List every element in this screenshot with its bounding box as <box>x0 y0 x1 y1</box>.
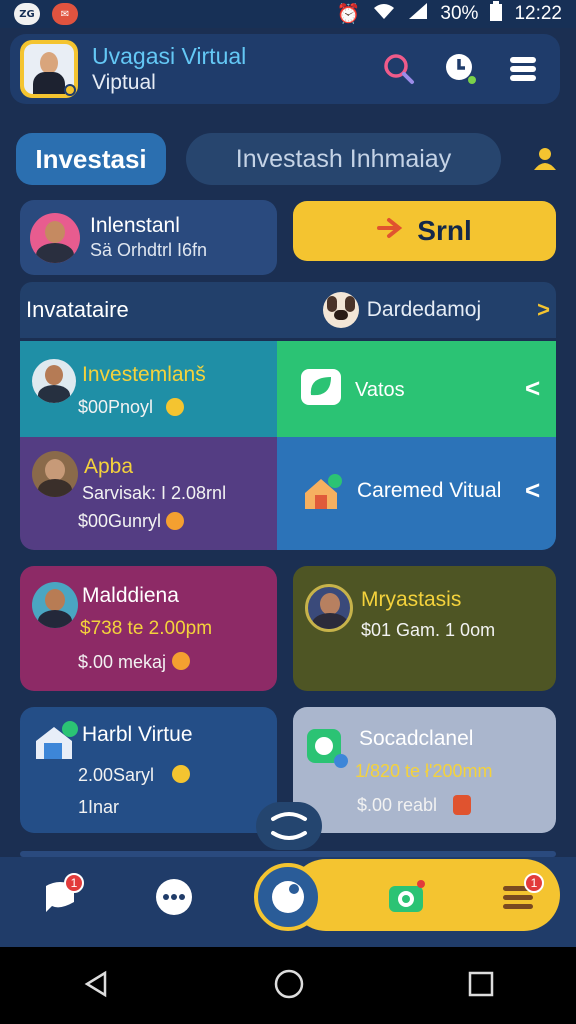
section-title: Invatataire <box>26 297 129 322</box>
primary-action-button[interactable]: Srnl <box>293 201 556 261</box>
profile-card[interactable]: Inlenstanl Sä Orhdtrl I6fn <box>20 200 277 275</box>
card-detail: 2.00Saryl <box>78 765 155 785</box>
card-title: Socadclanel <box>359 727 474 750</box>
grid-item[interactable]: Caremed Vitual < <box>277 437 556 550</box>
avatar <box>30 212 80 263</box>
card-title: Harbl Virtue <box>82 723 193 746</box>
coin-icon <box>172 652 190 670</box>
signal-icon <box>408 2 428 26</box>
primary-action-label: Srnl <box>417 215 472 246</box>
bag-icon <box>453 795 471 815</box>
grid-item-title: Caremed Vitual <box>357 479 502 502</box>
investment-card[interactable]: Mryastasis $01 Gam. 1 0om <box>293 566 556 691</box>
tab-investasi[interactable]: Investasi <box>16 133 166 185</box>
grid-item-amount: $00Pnoyl <box>78 397 154 417</box>
grid-item-amount: $00Gunryl <box>78 511 162 531</box>
back-icon[interactable] <box>81 969 111 1003</box>
home-button[interactable] <box>254 863 322 931</box>
grid-item[interactable]: Investemlanš $00Pnoyl <box>20 341 277 437</box>
search-icon[interactable] <box>382 52 416 86</box>
card-detail: 1/820 te ł'200mm <box>355 761 493 781</box>
section-filter-label: Dardedamoj <box>366 298 482 321</box>
chevron-left-icon[interactable]: < <box>525 475 540 506</box>
investment-card[interactable]: Socadclanel 1/820 te ł'200mm $.00 reabl <box>293 707 556 833</box>
coin-icon <box>172 765 190 783</box>
profile-subtitle: Sä Orhdtrl I6fn <box>90 240 208 261</box>
system-nav-bar <box>0 947 576 1024</box>
grid-item[interactable]: Vatos < <box>277 341 556 437</box>
tab-bar: Investasi Investash Inhmaiay <box>16 132 561 186</box>
menu-badge: 1 <box>524 873 544 893</box>
battery-level: 30% <box>440 3 479 24</box>
mail-notification-icon: ✉ <box>52 3 78 25</box>
circle-icon[interactable] <box>273 968 305 1004</box>
list-icon[interactable]: 1 <box>496 873 544 919</box>
app-title: Uvagasi Virtual <box>92 42 247 69</box>
card-amount: 1Inar <box>78 797 120 817</box>
app-subtitle: Viptual <box>92 71 156 95</box>
grid-item-detail: Sarvisak: I 2.08rnl <box>82 483 227 503</box>
card-detail: $01 Gam. 1 0om <box>361 620 496 640</box>
section-header: Invatataire Dardedamoj > <box>20 282 556 338</box>
card-amount: $.00 mekaj <box>78 652 167 672</box>
card-title: Malddiena <box>82 584 179 607</box>
user-icon[interactable] <box>529 143 561 175</box>
more-icon[interactable] <box>152 875 196 919</box>
app-logo[interactable] <box>20 40 78 98</box>
bottom-nav: 1 1 <box>0 802 576 947</box>
camera-icon[interactable] <box>384 875 428 919</box>
app-header: Uvagasi Virtual Viptual <box>10 34 560 104</box>
house-icon <box>32 721 78 765</box>
grid-item[interactable]: Apba Sarvisak: I 2.08rnl $00Gunryl <box>20 437 277 550</box>
chevron-right-icon[interactable]: > <box>537 297 550 323</box>
coin-icon <box>166 398 184 416</box>
clock-time: 12:22 <box>514 3 562 24</box>
chat-icon[interactable]: 1 <box>38 873 84 919</box>
grid-item-title: Apba <box>84 455 134 478</box>
chevron-left-icon[interactable]: < <box>525 373 540 404</box>
leaf-icon <box>301 369 341 405</box>
clock-icon[interactable] <box>444 52 478 86</box>
investment-grid: Investemlanš $00Pnoyl Vatos < Apba Sarvi… <box>20 341 556 550</box>
tab-investash[interactable]: Investash Inhmaiay <box>186 133 501 185</box>
dog-avatar <box>322 292 359 328</box>
investment-card[interactable]: Harbl Virtue 2.00Saryl 1Inar <box>20 707 277 833</box>
investment-card[interactable]: Malddiena $738 te 2.00pm $.00 mekaj <box>20 566 277 691</box>
card-title: Mryastasis <box>361 588 462 611</box>
grid-item-title: Vatos <box>355 379 405 401</box>
battery-icon <box>490 1 503 27</box>
menu-icon[interactable] <box>506 52 540 86</box>
wifi-icon <box>372 2 396 26</box>
card-detail: $738 te 2.00pm <box>80 618 213 639</box>
arrow-icon <box>377 215 407 247</box>
status-bar: ZG ✉ ⏰ 30% 12:22 <box>0 0 576 28</box>
alarm-icon: ⏰ <box>336 4 361 25</box>
swipe-handle-icon[interactable] <box>256 802 322 850</box>
app-notification-icon: ZG <box>14 3 40 25</box>
chat-badge: 1 <box>64 873 84 893</box>
grid-item-title: Investemlanš <box>82 363 206 386</box>
home-icon <box>301 473 343 515</box>
section-filter[interactable]: Dardedamoj > <box>322 292 550 328</box>
card-amount: $.00 reabl <box>357 795 438 815</box>
wallet-icon <box>305 725 349 773</box>
profile-name: Inlenstanl <box>90 214 180 238</box>
coin-icon <box>166 512 184 530</box>
square-icon[interactable] <box>467 970 495 1002</box>
